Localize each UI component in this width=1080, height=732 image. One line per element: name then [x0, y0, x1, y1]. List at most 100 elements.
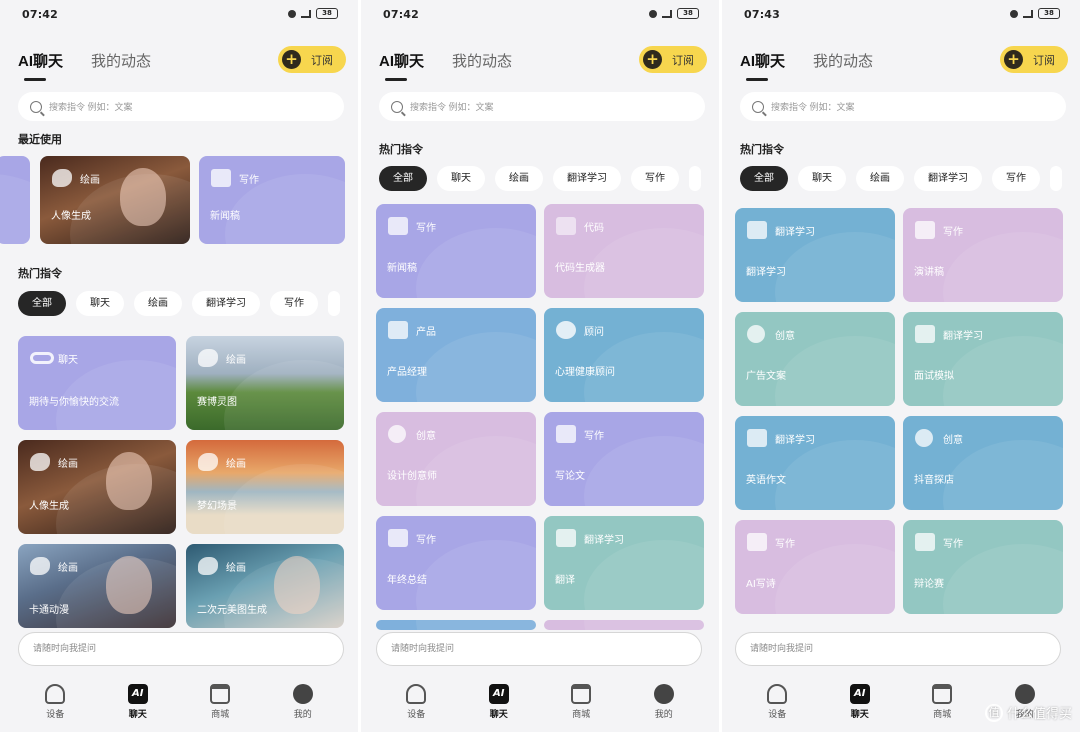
tab-my-activity[interactable]: 我的动态: [813, 50, 873, 71]
command-card[interactable]: 写作 AI写诗: [735, 520, 895, 614]
chip-translate[interactable]: 翻译学习: [192, 291, 260, 316]
nav-device[interactable]: 设备: [747, 676, 807, 732]
command-card[interactable]: 创意 广告文案: [735, 312, 895, 406]
recent-card-news[interactable]: 写作 新闻稿: [199, 156, 345, 244]
status-bar: 07:42 38: [361, 0, 719, 30]
command-card[interactable]: 创意 设计创意师: [376, 412, 536, 506]
chip-more[interactable]: [328, 291, 340, 316]
nav-device[interactable]: 设备: [25, 676, 85, 732]
chip-write[interactable]: 写作: [631, 166, 679, 191]
ask-input[interactable]: 请随时向我提问: [735, 632, 1061, 666]
command-card[interactable]: 翻译学习 翻译: [544, 516, 704, 610]
ai-chat-icon: AI: [488, 684, 509, 704]
nav-me[interactable]: 我的: [634, 676, 694, 732]
command-card[interactable]: 创意 抖音探店: [903, 416, 1063, 510]
recent-card-partial[interactable]: [0, 156, 30, 244]
chip-more[interactable]: [689, 166, 701, 191]
tab-ai-chat[interactable]: AI聊天: [379, 50, 424, 81]
card-category: 绘画: [58, 459, 78, 470]
nav-mall[interactable]: 商城: [912, 676, 972, 732]
card-name: 心理健康顾问: [555, 367, 615, 378]
nav-mall[interactable]: 商城: [190, 676, 250, 732]
ask-input[interactable]: 请随时向我提问: [18, 632, 344, 666]
card-category: 创意: [775, 331, 795, 342]
battery-icon: 38: [316, 8, 338, 19]
subscribe-button[interactable]: + 订阅: [1000, 46, 1068, 73]
tab-my-activity[interactable]: 我的动态: [452, 50, 512, 71]
card-name: 卡通动漫: [29, 605, 69, 616]
command-card[interactable]: 翻译学习 面试模拟: [903, 312, 1063, 406]
command-card[interactable]: 翻译学习 翻译学习: [735, 208, 895, 302]
card-category: 翻译学习: [775, 227, 815, 238]
nav-chat[interactable]: AI 聊天: [108, 676, 168, 732]
command-card[interactable]: 聊天 期待与你愉快的交流: [18, 336, 176, 430]
search-bar[interactable]: [379, 92, 705, 121]
recent-card-portrait[interactable]: 绘画 人像生成: [40, 156, 190, 244]
subscribe-button[interactable]: + 订阅: [639, 46, 707, 73]
nav-label: 商城: [572, 710, 591, 720]
status-time: 07:42: [22, 8, 59, 21]
command-card[interactable]: 翻译学习 英语作文: [735, 416, 895, 510]
card-category: 绘画: [226, 459, 246, 470]
document-icon: [747, 533, 767, 551]
command-card[interactable]: 代码 代码生成器: [544, 204, 704, 298]
lightbulb-icon: [915, 429, 933, 447]
search-input[interactable]: [410, 101, 670, 112]
chip-paint[interactable]: 绘画: [134, 291, 182, 316]
card-name: 辩论赛: [914, 579, 944, 590]
chip-chat[interactable]: 聊天: [437, 166, 485, 191]
nav-device[interactable]: 设备: [386, 676, 446, 732]
chip-chat[interactable]: 聊天: [798, 166, 846, 191]
profile-icon: [1014, 684, 1035, 704]
search-bar[interactable]: [740, 92, 1066, 121]
subscribe-button[interactable]: + 订阅: [278, 46, 346, 73]
ask-input[interactable]: 请随时向我提问: [376, 632, 702, 666]
command-card-partial[interactable]: [544, 620, 704, 630]
command-card[interactable]: 写作 辩论赛: [903, 520, 1063, 614]
chip-all[interactable]: 全部: [18, 291, 66, 316]
chip-translate[interactable]: 翻译学习: [553, 166, 621, 191]
chip-paint[interactable]: 绘画: [856, 166, 904, 191]
nav-mall[interactable]: 商城: [551, 676, 611, 732]
tab-my-activity[interactable]: 我的动态: [91, 50, 151, 71]
card-name: 写论文: [555, 471, 585, 482]
card-name: 设计创意师: [387, 471, 437, 482]
anime-image: [106, 556, 152, 614]
chip-all[interactable]: 全部: [740, 166, 788, 191]
card-category: 产品: [416, 327, 436, 338]
command-card[interactable]: 写作 写论文: [544, 412, 704, 506]
chip-translate[interactable]: 翻译学习: [914, 166, 982, 191]
command-card[interactable]: 写作 新闻稿: [376, 204, 536, 298]
command-card[interactable]: 绘画 梦幻场景: [186, 440, 344, 534]
card-category: 绘画: [80, 175, 100, 186]
signal-icon: [1023, 9, 1033, 18]
palette-icon: [198, 349, 218, 367]
chip-chat[interactable]: 聊天: [76, 291, 124, 316]
command-card[interactable]: 绘画 赛博灵图: [186, 336, 344, 430]
nav-chat[interactable]: AI 聊天: [469, 676, 529, 732]
tab-ai-chat[interactable]: AI聊天: [18, 50, 63, 81]
tab-ai-chat[interactable]: AI聊天: [740, 50, 785, 81]
nav-chat[interactable]: AI 聊天: [830, 676, 890, 732]
chip-write[interactable]: 写作: [992, 166, 1040, 191]
card-category: 写作: [943, 539, 963, 550]
card-name: 赛博灵图: [197, 397, 237, 408]
status-bar: 07:42 38: [0, 0, 358, 30]
chip-paint[interactable]: 绘画: [495, 166, 543, 191]
command-card[interactable]: 绘画 人像生成: [18, 440, 176, 534]
chip-all[interactable]: 全部: [379, 166, 427, 191]
command-card[interactable]: 写作 年终总结: [376, 516, 536, 610]
nav-me[interactable]: 我的: [273, 676, 333, 732]
search-input[interactable]: [771, 101, 1031, 112]
chip-write[interactable]: 写作: [270, 291, 318, 316]
profile-icon: [653, 684, 674, 704]
command-card[interactable]: 绘画 卡通动漫: [18, 544, 176, 628]
chip-more[interactable]: [1050, 166, 1062, 191]
command-card-partial[interactable]: [376, 620, 536, 630]
command-card[interactable]: 顾问 心理健康顾问: [544, 308, 704, 402]
search-input[interactable]: [49, 101, 309, 112]
command-card[interactable]: 写作 演讲稿: [903, 208, 1063, 302]
command-card[interactable]: 产品 产品经理: [376, 308, 536, 402]
search-bar[interactable]: [18, 92, 344, 121]
command-card[interactable]: 绘画 二次元美图生成: [186, 544, 344, 628]
